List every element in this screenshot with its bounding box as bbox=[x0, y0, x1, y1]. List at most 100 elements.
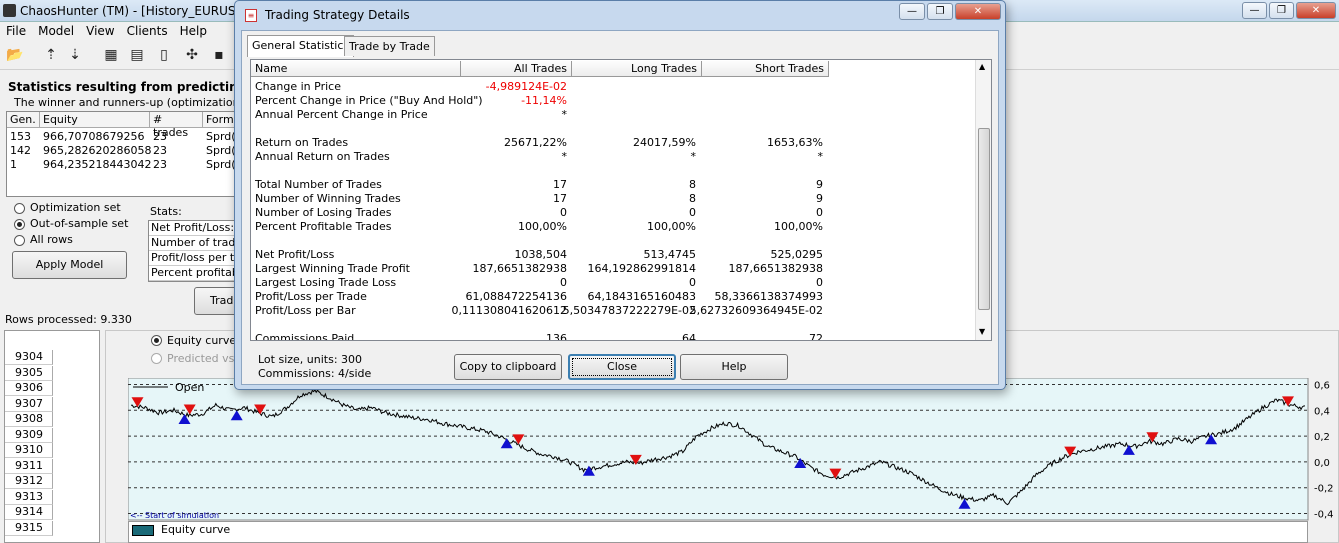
menu-model[interactable]: Model bbox=[32, 22, 80, 38]
generation-cell[interactable]: 23 bbox=[150, 144, 170, 157]
stat-name-cell: Largest Losing Trade Loss bbox=[255, 276, 397, 289]
row-number-cell[interactable]: 9306 bbox=[5, 381, 53, 396]
table-row[interactable]: Total Number of Trades 17 8 9 bbox=[251, 178, 976, 192]
row-number-cell[interactable]: 9315 bbox=[5, 520, 53, 536]
generation-cell[interactable]: 153 bbox=[7, 130, 34, 143]
dialog-close-icon[interactable]: ✕ bbox=[955, 3, 1001, 20]
predicted-vs-actual-radio[interactable] bbox=[151, 353, 162, 364]
trade-button[interactable]: Trade bbox=[194, 287, 240, 315]
table-row[interactable]: Net Profit/Loss 1038,504 513,4745 525,0295 bbox=[251, 248, 976, 262]
row-number-cell[interactable]: 9314 bbox=[5, 505, 53, 520]
book-icon[interactable]: ▯ bbox=[155, 46, 173, 64]
table-row[interactable]: Profit/Loss per Bar 0,111308041620612 5,50… bbox=[251, 304, 976, 318]
copy-to-clipboard-button[interactable]: Copy to clipboard bbox=[454, 354, 562, 380]
y-tick-label: -0,2 bbox=[1314, 484, 1334, 495]
equity-curve-label: Equity curve bbox=[167, 334, 237, 347]
maximize-button[interactable]: ❐ bbox=[1269, 2, 1294, 19]
table-row[interactable]: Largest Losing Trade Loss 0 0 0 bbox=[251, 276, 976, 290]
column-header-gen[interactable]: Gen. bbox=[7, 112, 40, 128]
generation-cell[interactable]: 966,70708679256 bbox=[40, 130, 147, 143]
dialog-maximize-button[interactable]: ❐ bbox=[927, 3, 953, 20]
network-icon[interactable]: ✣ bbox=[183, 46, 201, 64]
help-button[interactable]: Help bbox=[680, 354, 788, 380]
table-row[interactable]: Change in Price -4,989124E-02 bbox=[251, 80, 976, 94]
column-header-all-trades[interactable]: All Trades bbox=[461, 61, 572, 77]
grid-icon[interactable]: ▦ bbox=[102, 46, 120, 64]
table-row[interactable]: Profit/Loss per Trade 61,088472254136 64,1… bbox=[251, 290, 976, 304]
menu-clients[interactable]: Clients bbox=[121, 22, 174, 38]
stat-name-cell: Percent Profitable Trades bbox=[255, 220, 392, 233]
row-number-cell[interactable]: 9309 bbox=[5, 427, 53, 443]
generations-table[interactable]: Gen. Equity # trades Formu 153 966,707086… bbox=[6, 111, 241, 197]
table-row[interactable]: Percent Change in Price ("Buy And Hold")… bbox=[251, 94, 976, 108]
column-header-formula[interactable]: Formu bbox=[203, 112, 241, 128]
stat-long-cell: 64 bbox=[682, 332, 696, 341]
stat-all-cell: * bbox=[561, 150, 568, 163]
out-of-sample-radio[interactable] bbox=[14, 219, 25, 230]
row-number-cell[interactable]: 9308 bbox=[5, 412, 53, 427]
price-chart: 0,6 0,4 0,2 0,0 -0,2 -0,4 Open <-- Start of s… bbox=[128, 378, 1334, 521]
table-row[interactable]: Return on Trades 25671,22% 24017,59% 1653,6… bbox=[251, 136, 976, 150]
menu-file[interactable]: File bbox=[0, 22, 32, 38]
statistics-grid[interactable]: Name All Trades Long Trades Short Trades… bbox=[250, 59, 992, 341]
all-rows-radio[interactable] bbox=[14, 235, 25, 246]
table-row[interactable] bbox=[251, 318, 976, 332]
table-row[interactable]: Commissions Paid 136 64 72 bbox=[251, 332, 976, 341]
optimization-set-radio[interactable] bbox=[14, 203, 25, 214]
tab-trade-by-trade[interactable]: Trade by Trade bbox=[344, 36, 435, 56]
generation-cell[interactable]: 23 bbox=[150, 158, 170, 171]
table-row[interactable] bbox=[251, 234, 976, 248]
stats-list[interactable]: Net Profit/Loss: Number of trades Profit… bbox=[148, 220, 238, 282]
row-number-cell[interactable]: 9310 bbox=[5, 443, 53, 458]
row-number-cell[interactable]: 9312 bbox=[5, 474, 53, 489]
table-row[interactable]: Largest Winning Trade Profit 187,66513829… bbox=[251, 262, 976, 276]
vertical-scrollbar[interactable]: ▲ ▼ bbox=[975, 60, 991, 340]
close-button[interactable]: Close bbox=[568, 354, 676, 380]
stat-long-cell: 100,00% bbox=[647, 220, 696, 233]
menu-view[interactable]: View bbox=[80, 22, 120, 38]
scroll-up-icon[interactable]: ▲ bbox=[979, 62, 985, 71]
table-row[interactable] bbox=[251, 122, 976, 136]
table-row[interactable]: Annual Percent Change in Price * bbox=[251, 108, 976, 122]
rows-grid[interactable]: 9304 9305 9306 9307 9308 9309 9310 9311 9312 9313… bbox=[4, 330, 100, 543]
minimize-button[interactable]: — bbox=[1242, 2, 1267, 19]
table-row[interactable]: Annual Return on Trades * * * bbox=[251, 150, 976, 164]
generation-cell[interactable]: 142 bbox=[7, 144, 34, 157]
upload-icon[interactable]: ⇡ bbox=[42, 46, 60, 64]
row-number-cell[interactable]: 9305 bbox=[5, 365, 53, 381]
scrollbar-thumb[interactable] bbox=[978, 128, 990, 310]
table-row[interactable]: Number of Losing Trades 0 0 0 bbox=[251, 206, 976, 220]
table-row[interactable]: Percent Profitable Trades 100,00% 100,00% 1… bbox=[251, 220, 976, 234]
equity-legend-swatch bbox=[132, 525, 154, 536]
column-header-name[interactable]: Name bbox=[251, 61, 461, 77]
equity-legend-label: Equity curve bbox=[161, 523, 231, 536]
column-header-equity[interactable]: Equity bbox=[40, 112, 150, 128]
row-number-cell[interactable]: 9304 bbox=[5, 350, 53, 365]
generation-cell[interactable]: 965,282620286058 bbox=[40, 144, 154, 157]
column-header-long-trades[interactable]: Long Trades bbox=[572, 61, 702, 77]
generation-cell[interactable]: 23 bbox=[150, 130, 170, 143]
download-icon[interactable]: ⇣ bbox=[66, 46, 84, 64]
generation-cell[interactable]: 964,235218443042 bbox=[40, 158, 154, 171]
table-row[interactable] bbox=[251, 164, 976, 178]
menu-help[interactable]: Help bbox=[174, 22, 213, 38]
save-icon[interactable]: ▪ bbox=[210, 46, 228, 64]
open-folder-icon[interactable]: 📂 bbox=[6, 46, 24, 64]
column-header-trades[interactable]: # trades bbox=[150, 112, 203, 139]
row-number-cell[interactable]: 9313 bbox=[5, 489, 53, 505]
generation-cell[interactable]: 1 bbox=[7, 158, 20, 171]
tab-general-statistics[interactable]: General Statistics bbox=[247, 35, 355, 57]
close-window-button[interactable]: ✕ bbox=[1296, 2, 1336, 19]
out-of-sample-label: Out-of-sample set bbox=[30, 217, 129, 230]
row-number-cell[interactable]: 9311 bbox=[5, 458, 53, 474]
stat-all-cell: 17 bbox=[553, 192, 567, 205]
scroll-down-icon[interactable]: ▼ bbox=[979, 327, 985, 336]
row-number-cell[interactable]: 9307 bbox=[5, 396, 53, 412]
stat-short-cell: 0 bbox=[816, 276, 823, 289]
apply-model-button[interactable]: Apply Model bbox=[12, 251, 127, 279]
report-icon[interactable]: ▤ bbox=[128, 46, 146, 64]
column-header-short-trades[interactable]: Short Trades bbox=[702, 61, 829, 77]
equity-curve-radio[interactable] bbox=[151, 335, 162, 346]
dialog-minimize-button[interactable]: — bbox=[899, 3, 925, 20]
table-row[interactable]: Number of Winning Trades 17 8 9 bbox=[251, 192, 976, 206]
